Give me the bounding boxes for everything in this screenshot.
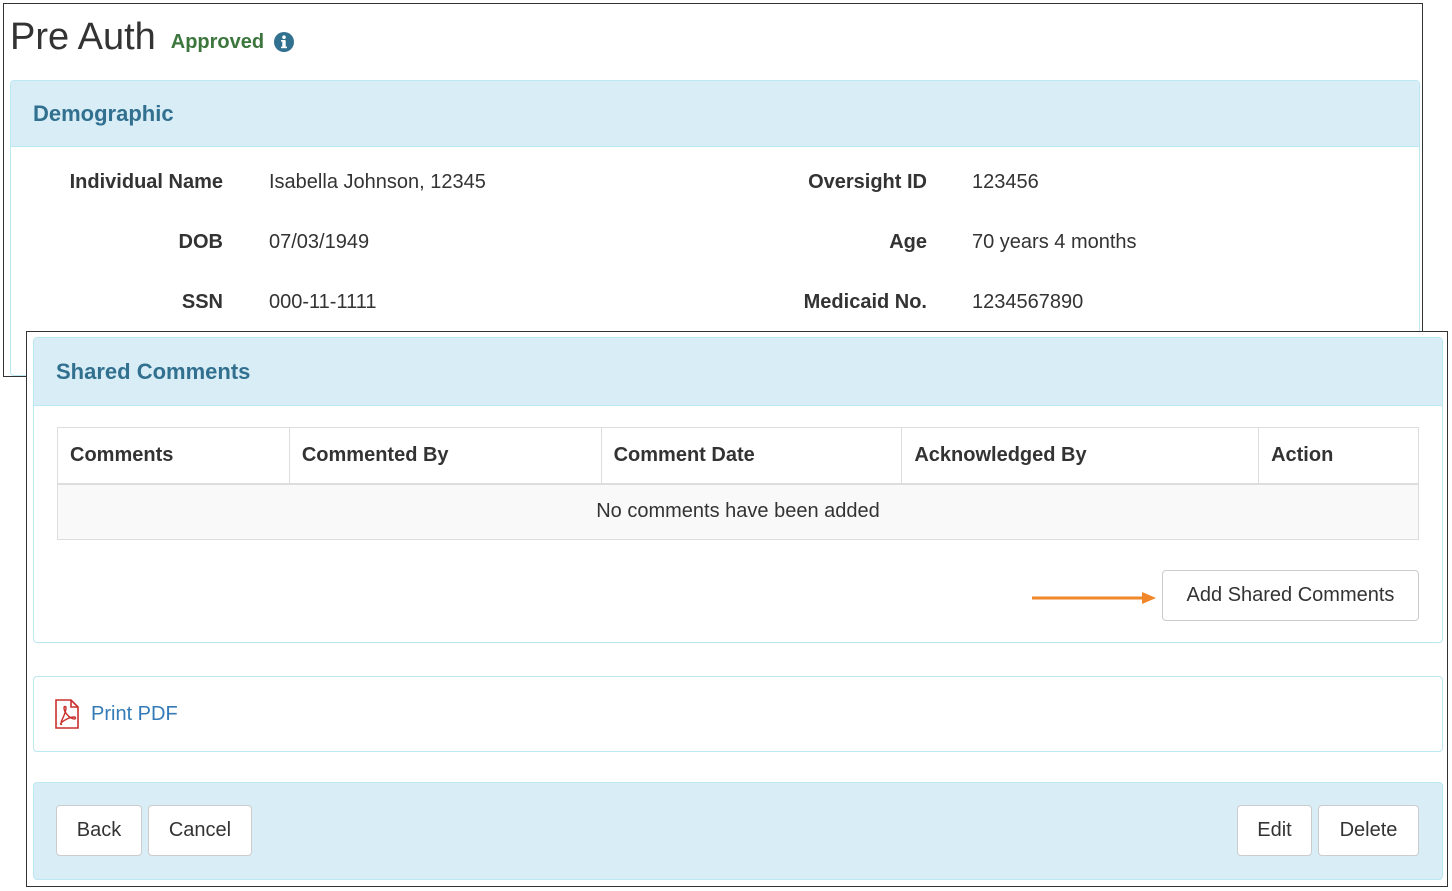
demographic-row: Individual Name Isabella Johnson, 12345 … [11,171,1419,201]
cancel-button[interactable]: Cancel [148,805,252,856]
field-value-medicaid-no: 1234567890 [972,291,1084,313]
status-badge: Approved [170,31,265,53]
shared-comments-window: Shared Comments Comments Commented By Co… [26,331,1448,887]
page-header: Pre Auth Approved [10,16,295,59]
column-header-acknowledged-by: Acknowledged By [901,427,1260,485]
shared-comments-heading: Shared Comments [34,338,1442,406]
field-label-individual-name: Individual Name [69,171,223,193]
demographic-row: DOB 07/03/1949 Age 70 years 4 months [11,231,1419,261]
print-pdf-label: Print PDF [91,702,178,725]
column-header-commented-by: Commented By [288,427,602,485]
field-value-dob: 07/03/1949 [269,231,370,253]
field-value-oversight-id: 123456 [972,171,1039,193]
table-header-row: Comments Commented By Comment Date Ackno… [57,427,1419,485]
empty-table-message: No comments have been added [57,483,1419,540]
field-label-age: Age [889,231,927,253]
arrow-right-icon [1032,592,1156,604]
comments-table: Comments Commented By Comment Date Ackno… [57,427,1419,540]
column-header-comments: Comments [57,427,290,485]
action-footer: Back Cancel Edit Delete [33,782,1443,880]
field-label-oversight-id: Oversight ID [808,171,927,193]
back-button[interactable]: Back [56,805,142,856]
field-value-individual-name: Isabella Johnson, 12345 [269,171,486,193]
table-row: No comments have been added [57,483,1419,540]
field-label-ssn: SSN [181,291,223,313]
field-label-dob: DOB [178,231,223,253]
column-header-action: Action [1258,427,1419,485]
print-panel: Print PDF [33,676,1443,752]
shared-comments-panel: Shared Comments Comments Commented By Co… [33,337,1443,643]
pdf-file-icon [54,699,80,729]
demographic-row: SSN 000-11-1111 Medicaid No. 1234567890 [11,291,1419,321]
delete-button[interactable]: Delete [1318,805,1419,856]
field-value-age: 70 years 4 months [972,231,1137,253]
edit-button[interactable]: Edit [1237,805,1312,856]
column-header-comment-date: Comment Date [600,427,903,485]
page-title: Pre Auth [10,16,156,58]
add-shared-comments-button[interactable]: Add Shared Comments [1162,570,1419,621]
demographic-heading: Demographic [11,81,1419,147]
info-circle-icon[interactable] [273,31,295,53]
print-pdf-link[interactable]: Print PDF [54,699,178,729]
pre-auth-window: Pre Auth Approved Demographic Individual… [3,3,1423,377]
field-label-medicaid-no: Medicaid No. [803,291,927,313]
field-value-ssn: 000-11-1111 [269,291,377,313]
